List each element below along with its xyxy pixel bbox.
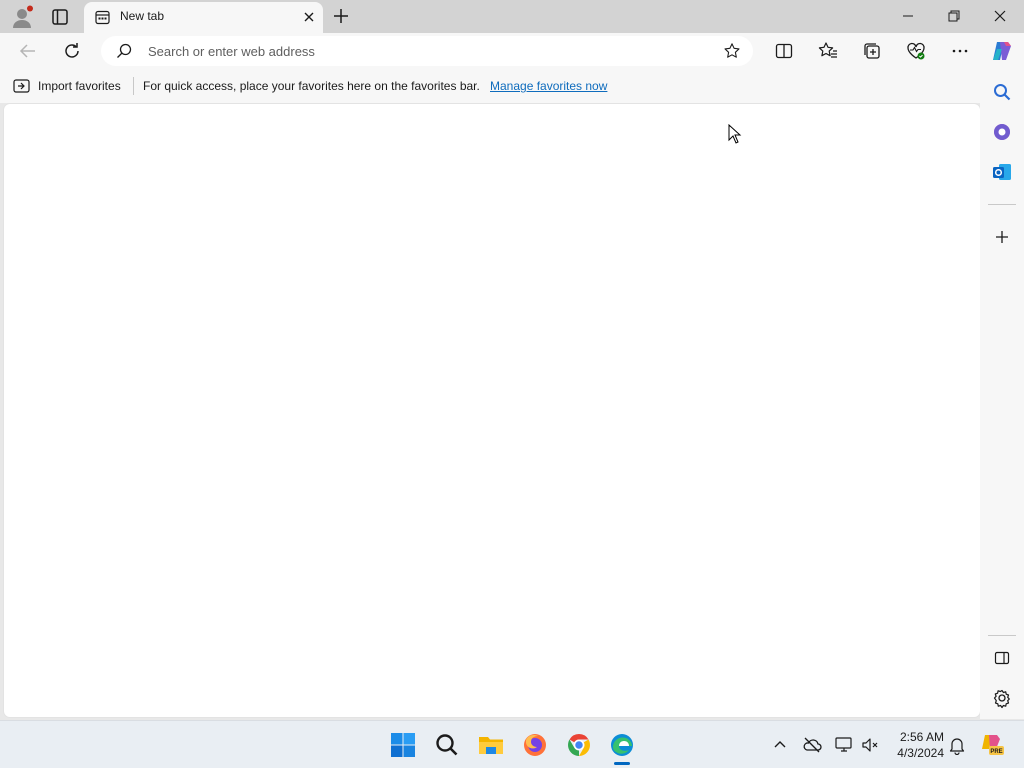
pre-badge-label: PRE	[990, 749, 1002, 755]
volume-muted-icon[interactable]	[860, 735, 880, 755]
edge-icon[interactable]	[609, 732, 635, 758]
clock-time: 2:56 AM	[899, 730, 944, 744]
favorites-icon[interactable]	[817, 40, 839, 62]
import-favorites-label: Import favorites	[38, 79, 121, 93]
add-icon[interactable]	[991, 226, 1013, 248]
navigation-toolbar	[0, 33, 1024, 69]
start-icon[interactable]	[390, 732, 416, 758]
tab-new-tab[interactable]: New tab	[84, 2, 323, 33]
tab-title: New tab	[120, 9, 165, 23]
firefox-icon[interactable]	[522, 732, 548, 758]
title-bar: New tab	[0, 0, 1024, 33]
mouse-cursor-icon	[728, 124, 742, 144]
refresh-icon[interactable]	[61, 40, 83, 62]
settings-icon[interactable]	[991, 687, 1013, 709]
import-favorites-button[interactable]: Import favorites	[13, 77, 121, 95]
hide-sidebar-icon[interactable]	[991, 647, 1013, 669]
page-content[interactable]	[4, 104, 980, 717]
notification-bell-icon[interactable]	[947, 735, 967, 755]
add-favorite-icon[interactable]	[723, 42, 741, 60]
sidebar-divider	[988, 204, 1016, 205]
more-icon[interactable]	[949, 40, 971, 62]
office-icon[interactable]	[991, 121, 1013, 143]
collections-icon[interactable]	[861, 40, 883, 62]
outlook-icon[interactable]	[991, 161, 1013, 183]
address-bar[interactable]	[101, 36, 753, 66]
new-tab-button[interactable]	[331, 6, 351, 26]
manage-favorites-link[interactable]: Manage favorites now	[490, 79, 607, 93]
search-icon[interactable]	[434, 732, 460, 758]
new-tab-page-icon	[95, 10, 110, 25]
file-explorer-icon[interactable]	[478, 732, 504, 758]
copilot-preview-icon[interactable]: PRE	[980, 732, 1004, 756]
clock-date: 4/3/2024	[897, 746, 944, 760]
restore-button[interactable]	[943, 5, 965, 27]
favorites-divider	[133, 77, 134, 95]
split-screen-icon[interactable]	[773, 40, 795, 62]
import-icon	[13, 78, 31, 94]
favorites-message: For quick access, place your favorites h…	[143, 79, 480, 93]
edge-sidebar	[980, 69, 1024, 719]
favorites-bar: Import favorites For quick access, place…	[0, 69, 980, 103]
search-icon[interactable]	[991, 81, 1013, 103]
address-input[interactable]	[148, 40, 708, 62]
profile-icon[interactable]	[10, 5, 34, 29]
network-icon[interactable]	[834, 735, 854, 755]
search-icon	[116, 43, 132, 59]
minimize-button[interactable]	[897, 5, 919, 27]
chrome-icon[interactable]	[566, 732, 592, 758]
back-icon[interactable]	[17, 40, 39, 62]
clock[interactable]: 2:56 AM 4/3/2024	[888, 729, 944, 761]
tab-actions-icon[interactable]	[49, 6, 71, 28]
close-window-button[interactable]	[989, 5, 1011, 27]
close-tab-icon[interactable]	[301, 9, 317, 25]
active-app-indicator	[614, 762, 630, 765]
browser-essentials-icon[interactable]	[905, 40, 927, 62]
copilot-icon[interactable]	[990, 39, 1014, 63]
chevron-up-icon[interactable]	[770, 735, 790, 755]
sidebar-divider	[988, 635, 1016, 636]
taskbar: 2:56 AM 4/3/2024 PRE	[0, 720, 1024, 768]
onedrive-icon[interactable]	[802, 735, 822, 755]
